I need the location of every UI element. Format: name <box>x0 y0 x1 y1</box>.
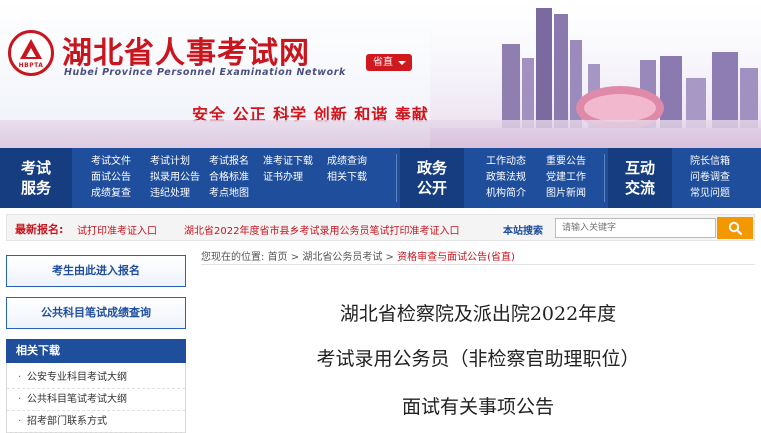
nav-link[interactable]: 成绩查询 <box>327 154 389 170</box>
nav-category-label: 考试 <box>20 159 51 177</box>
latest-label: 最新报名: <box>15 223 64 236</box>
nav-link[interactable]: 考试计划 <box>150 154 209 170</box>
latest-item-link[interactable]: 试打印准考证入口 <box>77 222 157 237</box>
article-title-line: 面试有关事项公告 <box>401 396 554 418</box>
nav-link[interactable]: 工作动态 <box>486 154 546 170</box>
breadcrumb-separator: > <box>290 252 300 263</box>
nav-category-gov-affairs[interactable]: 政务 公开 <box>400 148 464 208</box>
nav-link[interactable]: 相关下载 <box>327 170 389 186</box>
nav-link[interactable]: 考点地图 <box>209 186 263 202</box>
download-item[interactable]: 公共科目笔试考试大纲 <box>7 389 185 411</box>
nav-category-label: 服务 <box>20 179 51 197</box>
nav-link[interactable]: 证书办理 <box>263 170 327 186</box>
downloads-heading: 相关下载 <box>6 339 186 363</box>
nav-category-label: 互动 <box>624 159 655 177</box>
nav-category-label: 政务 <box>416 159 447 177</box>
search-input[interactable] <box>555 218 716 238</box>
breadcrumb: 您现在的位置: 首页 > 湖北省公务员考试 > 资格审查与面试公告(省直) <box>201 248 515 263</box>
latest-registration-bar: 最新报名: 试打印准考证入口 湖北省2022年度省市县乡考试录用公务员笔试打印准… <box>6 214 755 241</box>
chevron-down-icon <box>398 61 406 65</box>
nav-link[interactable]: 问卷调查 <box>690 170 750 186</box>
city-select-label: 省直 <box>373 57 393 68</box>
nav-category-exam-service[interactable]: 考试 服务 <box>0 148 72 208</box>
nav-category-label: 公开 <box>416 179 447 197</box>
breadcrumb-divider <box>201 264 755 265</box>
breadcrumb-prefix: 您现在的位置: <box>201 252 265 263</box>
site-banner: HBPTA 湖北省人事考试网 Hubei Province Personnel … <box>0 0 761 148</box>
breadcrumb-current[interactable]: 资格审查与面试公告(省直) <box>397 252 515 263</box>
nav-link[interactable]: 常见问题 <box>690 186 750 202</box>
search-icon <box>728 221 742 235</box>
site-logo-icon[interactable]: HBPTA <box>8 30 54 76</box>
banner-water <box>0 120 761 148</box>
nav-link[interactable]: 图片新闻 <box>546 186 606 202</box>
site-title[interactable]: 湖北省人事考试网 <box>62 28 310 72</box>
logo-abbr: HBPTA <box>18 62 44 69</box>
nav-link[interactable]: 政策法规 <box>486 170 546 186</box>
written-score-query-button[interactable]: 公共科目笔试成绩查询 <box>6 297 186 329</box>
nav-link[interactable]: 拟录用公告 <box>150 170 209 186</box>
nav-link[interactable]: 违纪处理 <box>150 186 209 202</box>
nav-link[interactable]: 考试文件 <box>91 154 150 170</box>
article-title-line: 湖北省检察院及派出院2022年度 <box>339 303 617 325</box>
article-title-line: 考试录用公务员（非检察官助理职位） <box>316 348 640 370</box>
nav-link[interactable]: 合格标准 <box>209 170 263 186</box>
nav-link[interactable]: 重要公告 <box>546 154 606 170</box>
nav-link[interactable]: 准考证下载 <box>263 154 327 170</box>
enter-registration-button[interactable]: 考生由此进入报名 <box>6 255 186 287</box>
nav-link[interactable]: 党建工作 <box>546 170 606 186</box>
breadcrumb-home[interactable]: 首页 <box>268 252 288 263</box>
nav-divider <box>396 154 397 202</box>
main-nav: 考试 服务 考试文件 考试计划 考试报名 准考证下载 成绩查询 面试公告 拟录用… <box>0 148 761 208</box>
nav-category-label: 交流 <box>624 179 655 197</box>
breadcrumb-section[interactable]: 湖北省公务员考试 <box>302 252 382 263</box>
search-button[interactable] <box>717 217 753 239</box>
nav-link[interactable]: 院长信箱 <box>690 154 750 170</box>
search-label: 本站搜索 <box>503 226 543 237</box>
nav-link[interactable]: 考试报名 <box>209 154 263 170</box>
nav-links-exam-service: 考试文件 考试计划 考试报名 准考证下载 成绩查询 面试公告 拟录用公告 合格标… <box>91 154 389 202</box>
nav-category-interaction[interactable]: 互动 交流 <box>608 148 672 208</box>
download-item[interactable]: 公安专业科目考试大纲 <box>7 367 185 389</box>
nav-links-interaction: 院长信箱 问卷调查 常见问题 <box>690 154 750 202</box>
download-item[interactable]: 招考部门联系方式 <box>7 411 185 433</box>
city-select-button[interactable]: 省直 <box>366 54 412 71</box>
site-subtitle: Hubei Province Personnel Examination Net… <box>64 67 346 78</box>
nav-divider <box>604 154 605 202</box>
nav-link[interactable]: 机构简介 <box>486 186 546 202</box>
nav-link[interactable]: 成绩复查 <box>91 186 150 202</box>
breadcrumb-separator: > <box>385 252 394 263</box>
nav-links-gov-affairs: 工作动态 重要公告 政策法规 党建工作 机构简介 图片新闻 <box>486 154 606 202</box>
nav-link[interactable]: 面试公告 <box>91 170 150 186</box>
latest-item-link[interactable]: 湖北省2022年度省市县乡考试录用公务员笔试打印准考证入口 <box>184 222 459 237</box>
downloads-list: 公安专业科目考试大纲 公共科目笔试考试大纲 招考部门联系方式 <box>6 363 186 433</box>
